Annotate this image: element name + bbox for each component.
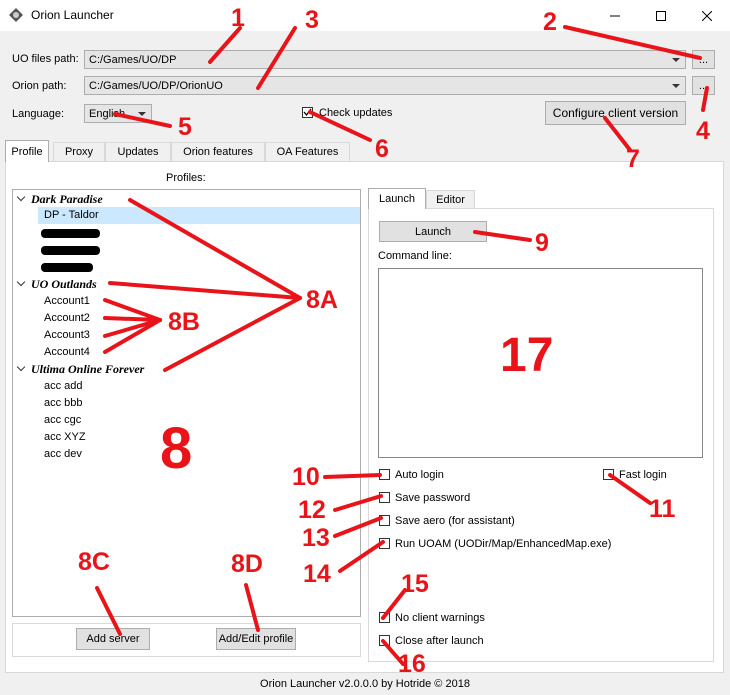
tree-group-dark-paradise[interactable]: Dark Paradise xyxy=(31,192,103,207)
tree-item-label: DP - Taldor xyxy=(44,209,99,221)
orion-path-browse-button[interactable]: ... xyxy=(692,76,715,95)
language-select[interactable]: English xyxy=(84,104,152,123)
tree-item[interactable]: Account2 xyxy=(44,312,90,324)
tree-item[interactable]: Account3 xyxy=(44,329,90,341)
save-aero-checkbox[interactable] xyxy=(379,515,390,526)
chevron-down-icon xyxy=(672,84,680,88)
minimize-button[interactable] xyxy=(592,0,638,31)
auto-login-checkbox[interactable] xyxy=(379,469,390,480)
tree-item[interactable]: acc XYZ xyxy=(44,431,86,443)
check-updates-label: Check updates xyxy=(319,107,393,119)
window-title: Orion Launcher xyxy=(31,8,114,22)
tree-group-uo-outlands[interactable]: UO Outlands xyxy=(31,277,97,292)
close-after-launch-label: Close after launch xyxy=(395,635,484,647)
annotation-label: 2 xyxy=(543,8,557,36)
uo-files-path-combo[interactable]: C:/Games/UO/DP xyxy=(84,50,686,69)
profile-buttons-group xyxy=(12,623,361,657)
tab-updates[interactable]: Updates xyxy=(105,142,171,161)
annotation-label: 17 xyxy=(500,329,554,382)
fast-login-checkbox[interactable] xyxy=(603,469,614,480)
annotation-label: 8 xyxy=(160,416,193,481)
annotation-label: 15 xyxy=(401,570,429,598)
tab-proxy[interactable]: Proxy xyxy=(53,142,105,161)
launch-button[interactable]: Launch xyxy=(379,221,487,242)
close-after-launch-checkbox[interactable] xyxy=(379,635,390,646)
annotation-label: 6 xyxy=(375,135,389,163)
add-server-button[interactable]: Add server xyxy=(76,628,150,650)
annotation-label: 8A xyxy=(306,286,338,314)
redacted-item[interactable] xyxy=(41,263,93,272)
profiles-header: Profiles: xyxy=(166,172,206,184)
save-aero-label: Save aero (for assistant) xyxy=(395,515,515,527)
no-client-warnings-checkbox[interactable] xyxy=(379,612,390,623)
uo-files-browse-button[interactable]: ... xyxy=(692,50,715,69)
check-updates-checkbox[interactable] xyxy=(302,107,313,118)
tree-item[interactable]: Account1 xyxy=(44,295,90,307)
language-value: English xyxy=(89,108,126,120)
tree-item[interactable]: acc bbb xyxy=(44,397,83,409)
annotation-label: 10 xyxy=(292,463,320,491)
tree-group-ultima-online-forever[interactable]: Ultima Online Forever xyxy=(31,362,144,377)
orion-path-label: Orion path: xyxy=(12,80,67,92)
annotation-label: 9 xyxy=(535,229,549,257)
annotation-label: 14 xyxy=(303,560,331,588)
annotation-label: 4 xyxy=(696,117,710,145)
tab-oa-features[interactable]: OA Features xyxy=(265,142,350,161)
annotation-label: 16 xyxy=(398,650,426,678)
chevron-down-icon xyxy=(138,112,146,116)
annotation-label: 3 xyxy=(305,6,319,34)
footer-text: Orion Launcher v2.0.0.0 by Hotride © 201… xyxy=(260,678,470,690)
configure-client-version-button[interactable]: Configure client version xyxy=(545,101,686,125)
auto-login-label: Auto login xyxy=(395,469,444,481)
annotation-label: 1 xyxy=(231,4,245,32)
redacted-item[interactable] xyxy=(41,246,100,255)
maximize-button[interactable] xyxy=(638,0,684,31)
orion-path-value: C:/Games/UO/DP/OrionUO xyxy=(89,80,223,92)
command-line-label: Command line: xyxy=(378,250,452,262)
annotation-label: 8B xyxy=(168,308,200,336)
fast-login-label: Fast login xyxy=(619,469,667,481)
tab-editor[interactable]: Editor xyxy=(426,190,475,209)
tab-profile[interactable]: Profile xyxy=(5,140,49,162)
tab-orion-features[interactable]: Orion features xyxy=(171,142,265,161)
redacted-item[interactable] xyxy=(41,229,100,238)
language-label: Language: xyxy=(12,108,64,120)
uo-files-path-value: C:/Games/UO/DP xyxy=(89,54,177,66)
annotation-label: 11 xyxy=(649,495,676,523)
uo-files-label: UO files path: xyxy=(12,53,79,65)
tree-item-selected[interactable]: DP - Taldor xyxy=(38,207,360,224)
app-icon xyxy=(9,8,23,22)
title-bar: Orion Launcher xyxy=(0,0,730,31)
annotation-label: 7 xyxy=(626,145,640,173)
run-uoam-label: Run UOAM (UODir/Map/EnhancedMap.exe) xyxy=(395,538,612,550)
tree-item[interactable]: Account4 xyxy=(44,346,90,358)
annotation-label: 8D xyxy=(231,550,263,578)
annotation-label: 12 xyxy=(298,496,326,524)
close-button[interactable] xyxy=(684,0,730,31)
orion-path-combo[interactable]: C:/Games/UO/DP/OrionUO xyxy=(84,76,686,95)
tree-item[interactable]: acc cgc xyxy=(44,414,81,426)
add-edit-profile-button[interactable]: Add/Edit profile xyxy=(216,628,296,650)
tree-item[interactable]: acc add xyxy=(44,380,83,392)
annotation-label: 13 xyxy=(302,524,330,552)
tree-item[interactable]: acc dev xyxy=(44,448,82,460)
chevron-down-icon xyxy=(672,58,680,62)
run-uoam-checkbox[interactable] xyxy=(379,538,390,549)
save-password-label: Save password xyxy=(395,492,471,504)
tab-launch[interactable]: Launch xyxy=(368,188,426,209)
annotation-label: 8C xyxy=(78,548,110,576)
no-client-warnings-label: No client warnings xyxy=(395,612,485,624)
annotation-label: 5 xyxy=(178,113,192,141)
save-password-checkbox[interactable] xyxy=(379,492,390,503)
